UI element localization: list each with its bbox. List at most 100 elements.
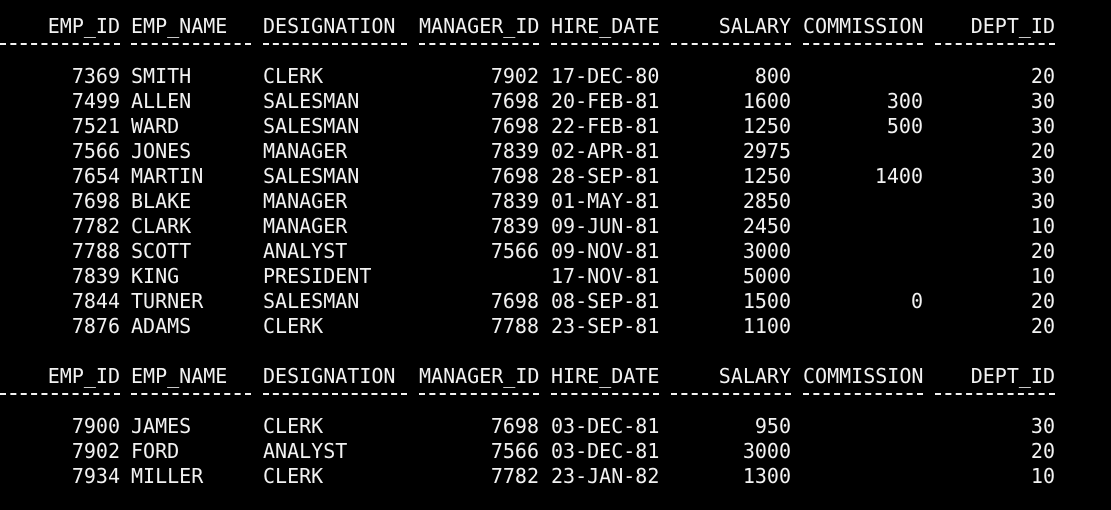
column-header-des: DESIGNATION [263, 364, 396, 388]
cell-hire: 28-SEP-81 [551, 164, 660, 188]
cell-hire: 17-NOV-81 [551, 264, 660, 288]
separator-dashes [0, 39, 120, 64]
column-header-name: EMP_NAME [131, 14, 228, 38]
cell-sal: 1500 [742, 289, 791, 313]
cell-id: 7654 [71, 164, 120, 188]
separator-dashes [803, 389, 923, 414]
cell-name: WARD [131, 114, 180, 138]
separator-dashes [0, 389, 120, 414]
separator-dashes [671, 389, 791, 414]
cell-des: PRESIDENT [263, 264, 372, 288]
separator-dashes [419, 39, 539, 64]
table-row: 7566 JONES MANAGER 7839 02-APR-81 2975 20 [0, 139, 1111, 164]
cell-hire: 03-DEC-81 [551, 439, 660, 463]
cell-hire: 03-DEC-81 [551, 414, 660, 438]
table-row: 7900 JAMES CLERK 7698 03-DEC-81 950 30 [0, 414, 1111, 439]
result-page-1: EMP_ID EMP_NAME DESIGNATION MANAGER_ID HIRE_… [0, 14, 1111, 339]
separator-dashes [935, 389, 1055, 414]
separator-dashes [419, 389, 539, 414]
table-row: 7521 WARD SALESMAN 7698 22-FEB-81 1250 500 30 [0, 114, 1111, 139]
cell-name: JONES [131, 139, 192, 163]
column-header-row: EMP_ID EMP_NAME DESIGNATION MANAGER_ID HIRE_… [0, 364, 1111, 389]
cell-des: ANALYST [263, 439, 348, 463]
cell-sal: 5000 [742, 264, 791, 288]
cell-sal: 1300 [742, 464, 791, 488]
table-row: 7782 CLARK MANAGER 7839 09-JUN-81 2450 10 [0, 214, 1111, 239]
cell-des: MANAGER [263, 189, 348, 213]
cell-id: 7499 [71, 89, 120, 113]
cell-des: MANAGER [263, 214, 348, 238]
cell-mgr: 7698 [490, 414, 539, 438]
result-page-2: EMP_ID EMP_NAME DESIGNATION MANAGER_ID HIRE_… [0, 364, 1111, 489]
separator-dashes [551, 39, 659, 64]
cell-des: SALESMAN [263, 114, 360, 138]
cell-des: CLERK [263, 64, 324, 88]
table-row: 7839 KING PRESIDENT 17-NOV-81 5000 10 [0, 264, 1111, 289]
cell-mgr: 7698 [490, 289, 539, 313]
cell-dept: 20 [1030, 289, 1055, 313]
cell-hire: 17-DEC-80 [551, 64, 660, 88]
cell-id: 7782 [71, 214, 120, 238]
table-row: 7876 ADAMS CLERK 7788 23-SEP-81 1100 20 [0, 314, 1111, 339]
cell-sal: 950 [754, 414, 791, 438]
column-header-id: EMP_ID [47, 364, 120, 388]
column-header-mgr: MANAGER_ID [419, 364, 540, 388]
cell-sal: 2975 [742, 139, 791, 163]
column-header-des: DESIGNATION [263, 14, 396, 38]
cell-name: SMITH [131, 64, 192, 88]
cell-dept: 20 [1030, 64, 1055, 88]
table-row: 7654 MARTIN SALESMAN 7698 28-SEP-81 1250 1400 3… [0, 164, 1111, 189]
cell-hire: 02-APR-81 [551, 139, 660, 163]
cell-hire: 01-MAY-81 [551, 189, 660, 213]
cell-name: FORD [131, 439, 180, 463]
cell-hire: 09-NOV-81 [551, 239, 660, 263]
cell-mgr: 7839 [490, 189, 539, 213]
cell-name: MILLER [131, 464, 204, 488]
cell-dept: 20 [1030, 314, 1055, 338]
cell-comm: 500 [886, 114, 923, 138]
cell-name: MARTIN [131, 164, 204, 188]
cell-id: 7902 [71, 439, 120, 463]
cell-des: MANAGER [263, 139, 348, 163]
cell-des: CLERK [263, 464, 324, 488]
terminal-output: EMP_ID EMP_NAME DESIGNATION MANAGER_ID HIRE_… [0, 0, 1111, 510]
cell-des: SALESMAN [263, 289, 360, 313]
cell-id: 7934 [71, 464, 120, 488]
cell-id: 7698 [71, 189, 120, 213]
cell-sal: 800 [754, 64, 791, 88]
column-header-sal: SALARY [718, 14, 791, 38]
cell-dept: 10 [1030, 464, 1055, 488]
separator-dashes [671, 39, 791, 64]
separator-dashes [263, 39, 407, 64]
cell-mgr: 7566 [490, 439, 539, 463]
column-header-dept: DEPT_ID [970, 14, 1055, 38]
column-header-sal: SALARY [718, 364, 791, 388]
cell-mgr: 7902 [490, 64, 539, 88]
cell-sal: 2450 [742, 214, 791, 238]
cell-dept: 20 [1030, 139, 1055, 163]
cell-name: ADAMS [131, 314, 192, 338]
cell-sal: 3000 [742, 439, 791, 463]
cell-hire: 20-FEB-81 [551, 89, 660, 113]
cell-hire: 09-JUN-81 [551, 214, 660, 238]
cell-sal: 1100 [742, 314, 791, 338]
cell-sal: 1250 [742, 114, 791, 138]
cell-name: SCOTT [131, 239, 192, 263]
table-row: 7499 ALLEN SALESMAN 7698 20-FEB-81 1600 300 30 [0, 89, 1111, 114]
column-header-dept: DEPT_ID [970, 364, 1055, 388]
cell-hire: 08-SEP-81 [551, 289, 660, 313]
separator-dashes [935, 39, 1055, 64]
table-row: 7698 BLAKE MANAGER 7839 01-MAY-81 2850 30 [0, 189, 1111, 214]
separator-dashes [803, 39, 923, 64]
cell-dept: 30 [1030, 189, 1055, 213]
cell-des: SALESMAN [263, 164, 360, 188]
cell-hire: 23-JAN-82 [551, 464, 660, 488]
table-row: 7844 TURNER SALESMAN 7698 08-SEP-81 1500 0 20 [0, 289, 1111, 314]
header-separator [0, 389, 1111, 414]
separator-dashes [131, 39, 251, 64]
table-row: 7902 FORD ANALYST 7566 03-DEC-81 3000 20 [0, 439, 1111, 464]
cell-mgr: 7698 [490, 114, 539, 138]
cell-hire: 23-SEP-81 [551, 314, 660, 338]
table-row: 7369 SMITH CLERK 7902 17-DEC-80 800 20 [0, 64, 1111, 89]
cell-sal: 1250 [742, 164, 791, 188]
